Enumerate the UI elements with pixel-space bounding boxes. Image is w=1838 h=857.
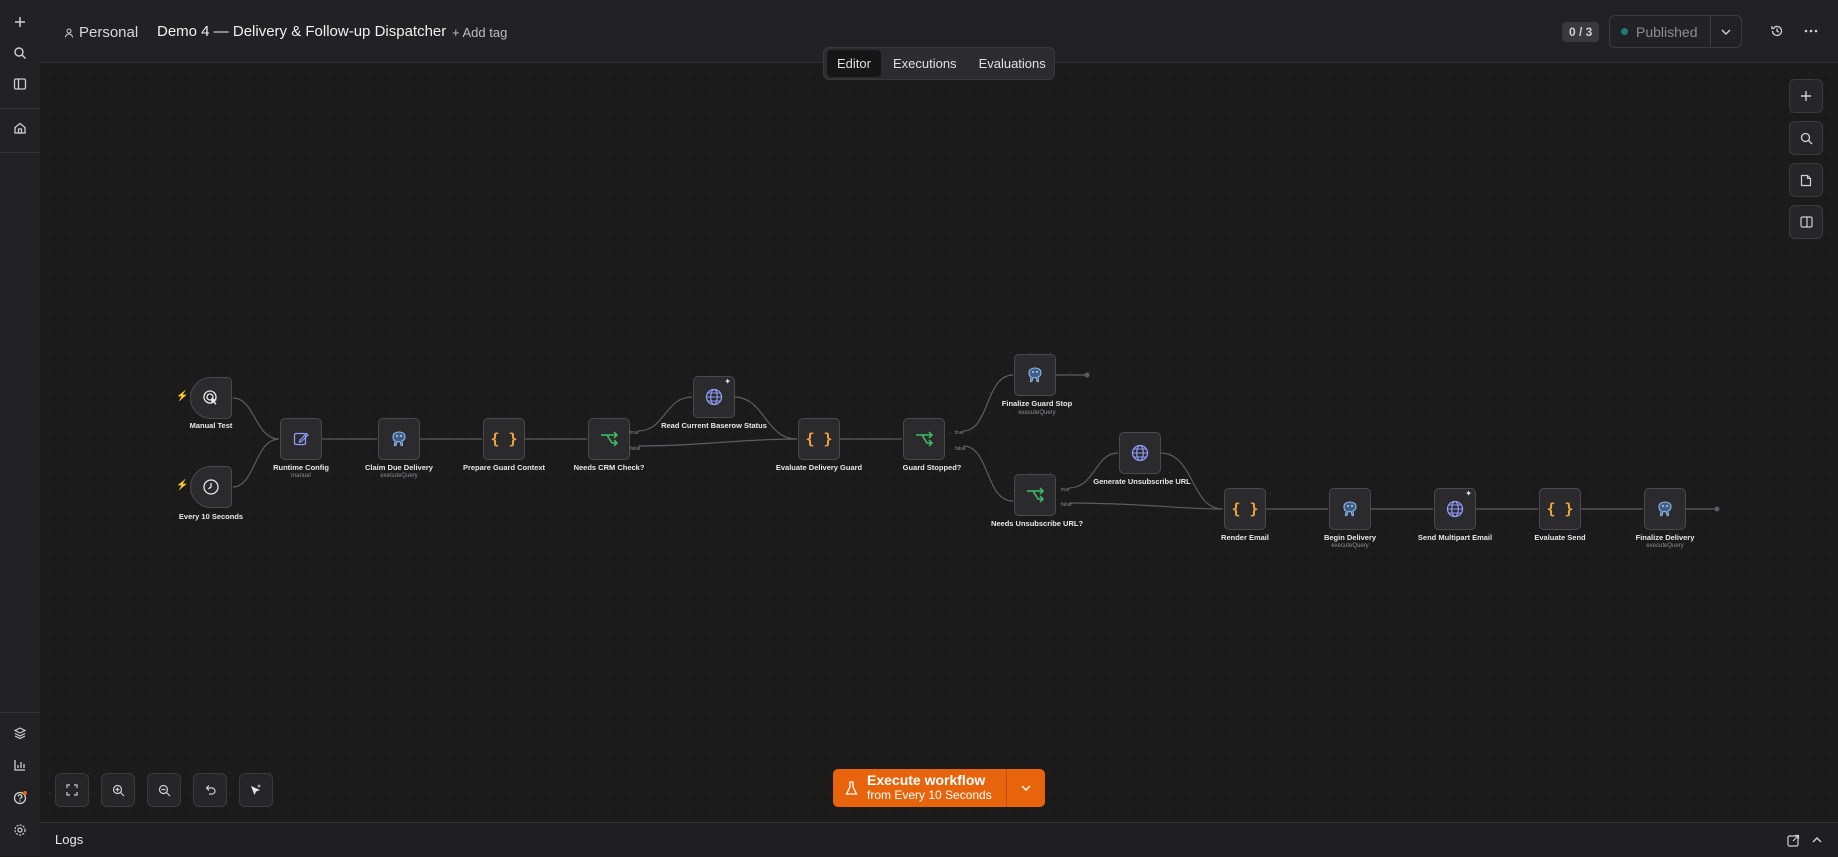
logs-panel-bar[interactable]: Logs	[40, 822, 1838, 857]
node-label: Manual Test	[189, 421, 233, 430]
node-subtitle: executeQuery	[1646, 543, 1684, 549]
globe-icon	[1131, 444, 1149, 462]
node-evaluate-delivery-guard[interactable]: { }	[798, 418, 840, 460]
node-needs-unsubscribe-url[interactable]	[1014, 474, 1056, 516]
chevron-down-icon	[1021, 785, 1031, 791]
code-braces-icon: { }	[1231, 500, 1259, 518]
globe-icon	[1446, 500, 1464, 518]
branch-true-label: true	[630, 430, 639, 436]
execute-workflow-button[interactable]: Execute workflow from Every 10 Seconds	[833, 769, 1007, 807]
clock-icon	[203, 479, 219, 495]
node-prepare-guard-context[interactable]: { }	[483, 418, 525, 460]
edge	[733, 396, 798, 440]
node-subtitle: executeQuery	[380, 473, 418, 479]
edge-end-dot	[1084, 372, 1090, 378]
edge	[1068, 502, 1224, 510]
node-guard-stopped[interactable]	[903, 418, 945, 460]
search-nodes-button[interactable]	[1789, 121, 1823, 155]
search-icon	[1800, 132, 1812, 144]
undo-button[interactable]	[193, 773, 227, 807]
postgres-icon	[1658, 501, 1672, 517]
undo-icon	[205, 785, 216, 795]
trigger-bolt-icon: ⚡	[176, 391, 189, 402]
node-label: Read Current Baserow Status	[661, 421, 767, 430]
execute-workflow-control: Execute workflow from Every 10 Seconds	[833, 769, 1045, 807]
globe-icon	[705, 388, 723, 406]
zoom-out-button[interactable]	[147, 773, 181, 807]
trigger-bolt-icon: ⚡	[176, 480, 189, 491]
if-branch-icon	[1027, 487, 1045, 503]
node-generate-unsubscribe-url[interactable]	[1119, 432, 1161, 474]
postgres-icon	[1343, 501, 1357, 517]
fit-view-icon	[66, 784, 78, 796]
branch-false-label: false	[955, 446, 966, 452]
zoom-in-button[interactable]	[101, 773, 135, 807]
fit-view-button[interactable]	[55, 773, 89, 807]
edge-end-dot	[1714, 506, 1720, 512]
node-send-multipart-email[interactable]: ✦	[1434, 488, 1476, 530]
node-subtitle: manual	[291, 473, 311, 479]
branch-true-label: true	[955, 430, 964, 436]
node-subtitle: executeQuery	[1018, 410, 1056, 416]
node-label: Evaluate Delivery Guard	[775, 463, 863, 472]
sticky-note-button[interactable]	[1789, 163, 1823, 197]
plus-icon	[1801, 91, 1811, 101]
tidy-wand-icon	[251, 784, 261, 795]
node-evaluate-send[interactable]: { }	[1539, 488, 1581, 530]
node-label: Needs Unsubscribe URL?	[990, 519, 1084, 528]
branch-true-label: true	[1061, 487, 1070, 493]
node-label: Needs CRM Check?	[573, 463, 645, 472]
toggle-panel-button[interactable]	[1789, 205, 1823, 239]
node-every-10-seconds[interactable]	[190, 466, 232, 508]
zoom-out-icon	[158, 784, 170, 796]
node-render-email[interactable]: { }	[1224, 488, 1266, 530]
branch-false-label: false	[630, 446, 641, 452]
execute-sublabel: from Every 10 Seconds	[867, 788, 992, 802]
add-node-button[interactable]	[1789, 79, 1823, 113]
execute-dropdown-button[interactable]	[1007, 769, 1045, 807]
code-braces-icon: { }	[1546, 500, 1574, 518]
cursor-click-icon	[203, 390, 217, 405]
node-label: Finalize Guard Stop	[1001, 399, 1073, 408]
tab-editor[interactable]: Editor	[827, 50, 881, 77]
node-finalize-guard-stop[interactable]	[1014, 354, 1056, 396]
zoom-in-icon	[112, 784, 124, 796]
pin-star-icon: ✦	[1465, 489, 1472, 498]
edge	[232, 397, 280, 440]
flask-icon	[845, 780, 858, 795]
tab-executions[interactable]: Executions	[883, 50, 967, 77]
pin-star-icon: ✦	[724, 377, 731, 386]
node-label: Guard Stopped?	[902, 463, 962, 472]
node-claim-due-delivery[interactable]	[378, 418, 420, 460]
view-tabs: Editor Executions Evaluations	[823, 47, 1055, 80]
edge	[962, 445, 1014, 502]
execute-label: Execute workflow	[867, 772, 986, 788]
edge	[637, 438, 798, 447]
node-read-current-baserow-status[interactable]: ✦	[693, 376, 735, 418]
node-needs-crm-check[interactable]	[588, 418, 630, 460]
edit-icon	[293, 432, 309, 446]
node-label: Finalize Delivery	[1635, 533, 1695, 542]
node-subtitle: executeQuery	[1331, 543, 1369, 549]
if-branch-icon	[916, 431, 934, 447]
node-begin-delivery[interactable]	[1329, 488, 1371, 530]
chevron-up-icon[interactable]	[1812, 837, 1822, 843]
panel-icon	[1799, 216, 1813, 228]
sticky-note-icon	[1800, 174, 1812, 186]
node-finalize-delivery[interactable]	[1644, 488, 1686, 530]
branch-false-label: false	[1061, 502, 1072, 508]
code-braces-icon: { }	[805, 430, 833, 448]
pop-out-icon[interactable]	[1787, 834, 1800, 847]
node-manual-test[interactable]	[190, 377, 232, 419]
node-label: Generate Unsubscribe URL	[1093, 477, 1191, 486]
node-label: Every 10 Seconds	[178, 512, 244, 521]
postgres-icon	[1028, 367, 1042, 383]
if-branch-icon	[601, 431, 619, 447]
postgres-icon	[392, 431, 406, 447]
tidy-up-button[interactable]	[239, 773, 273, 807]
tab-evaluations[interactable]: Evaluations	[969, 50, 1056, 77]
logs-label: Logs	[55, 832, 84, 847]
code-braces-icon: { }	[490, 430, 518, 448]
node-runtime-config[interactable]	[280, 418, 322, 460]
